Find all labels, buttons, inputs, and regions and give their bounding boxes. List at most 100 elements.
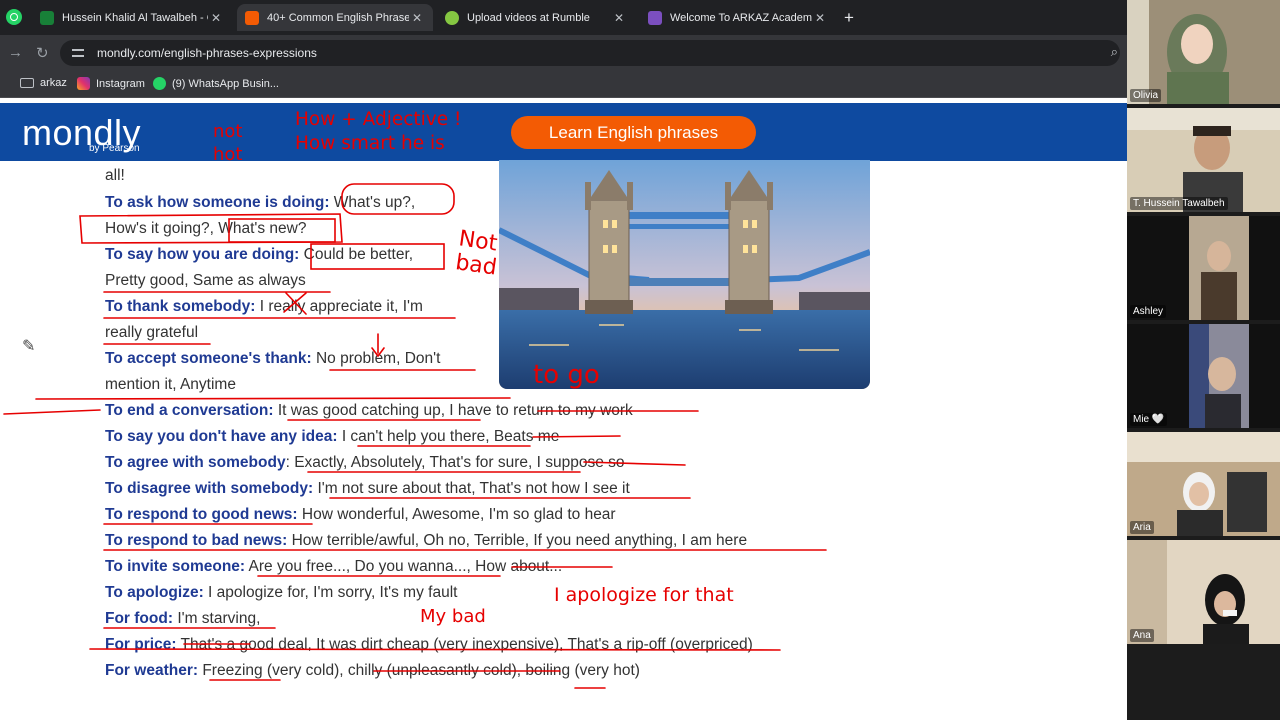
sheets-icon — [40, 10, 54, 25]
tab-strip: Hussein Khalid Al Tawalbeh - G ✕ 40+ Com… — [0, 0, 1127, 35]
phrase-text: How wonderful, Awesome, I'm so glad to h… — [297, 506, 616, 523]
phrase-line: To invite someone: Are you free..., Do y… — [105, 558, 562, 576]
close-icon[interactable]: ✕ — [208, 11, 224, 25]
phrase-text: Could be better, — [299, 246, 414, 263]
participant-name: Aria — [1130, 521, 1154, 534]
close-icon[interactable]: ✕ — [409, 11, 425, 25]
phrase-line: To ask how someone is doing: What's up?, — [105, 194, 415, 212]
bookmark-label: Instagram — [96, 77, 145, 90]
phrase-text: It was good catching up, I have to retur… — [273, 402, 633, 419]
phrase-line: Pretty good, Same as always — [105, 272, 306, 290]
toolbar: → ↻ mondly.com/english-phrases-expressio… — [0, 35, 1127, 71]
url-text: mondly.com/english-phrases-expressions — [97, 46, 317, 60]
phrase-line: To disagree with somebody: I'm not sure … — [105, 480, 630, 498]
participant-tile[interactable]: Ana — [1127, 540, 1280, 644]
phrase-text: That's a good deal, It was dirt cheap (v… — [176, 636, 753, 653]
note-line: bad — [453, 250, 499, 281]
reload-icon[interactable]: ↻ — [36, 44, 49, 62]
bookmark-whatsapp[interactable]: (9) WhatsApp Busin... — [153, 77, 279, 90]
phrase-line: For price: That's a good deal, It was di… — [105, 636, 753, 654]
bookmark-label: (9) WhatsApp Busin... — [172, 77, 279, 90]
participant-tile[interactable]: T. Hussein Tawalbeh — [1127, 108, 1280, 212]
phrase-line: To agree with somebody: Exactly, Absolut… — [105, 454, 625, 472]
tab-mondly[interactable]: 40+ Common English Phrases f ✕ — [237, 4, 433, 31]
phrase-text: Are you free..., Do you wanna..., How ab… — [245, 558, 563, 575]
ink-long-line — [35, 397, 511, 400]
phrase-text: Pretty good, Same as always — [105, 272, 306, 289]
note-how-adjective: How + Adjective ! How smart he is — [295, 108, 461, 156]
participant-name: T. Hussein Tawalbeh — [1130, 197, 1228, 210]
phrase-label: For price: — [105, 636, 177, 653]
phrase-text: I'm starving, — [173, 610, 261, 627]
tower-bridge-illustration — [499, 160, 870, 389]
close-icon[interactable]: ✕ — [611, 11, 627, 25]
note-my-bad: My bad — [420, 606, 486, 627]
phrase-text: I really appreciate it, I'm — [255, 298, 423, 315]
forms-icon — [648, 10, 662, 25]
note-not-hot: not hot — [213, 120, 242, 166]
phrase-line: How's it going?, What's new? — [105, 220, 307, 238]
pearson-tagline: by Pearson — [89, 143, 140, 154]
phrase-label: To thank somebody: — [105, 298, 256, 315]
note-line: not — [213, 121, 243, 142]
browser-window: Hussein Khalid Al Tawalbeh - G ✕ 40+ Com… — [0, 0, 1127, 720]
participant-tile[interactable]: Ashley — [1127, 216, 1280, 320]
video-call-panel: Olivia T. Hussein Tawalbeh Ashley Mie 🤍 — [1127, 0, 1280, 720]
participant-name: Ashley — [1130, 305, 1167, 318]
phrase-line: To say how you are doing: Could be bette… — [105, 246, 413, 264]
tab-rumble[interactable]: Upload videos at Rumble ✕ — [437, 4, 635, 31]
participant-tile[interactable]: Aria — [1127, 432, 1280, 536]
learn-phrases-button[interactable]: Learn English phrases — [511, 116, 756, 149]
phrase-label: To apologize: — [105, 584, 204, 601]
note-to-go: to go — [533, 360, 600, 390]
forward-icon[interactable]: → — [8, 44, 23, 61]
participant-tile[interactable]: Mie 🤍 — [1127, 324, 1280, 428]
rumble-icon — [445, 10, 459, 25]
phrase-line: For weather: Freezing (very cold), chill… — [105, 662, 640, 680]
phrase-label: To disagree with somebody: — [105, 480, 314, 497]
tab-title: 40+ Common English Phrases f — [267, 11, 409, 24]
web-page: mondly by Pearson Learn English phrases … — [0, 98, 1127, 720]
phrase-text: I apologize for, I'm sorry, It's my faul… — [203, 584, 458, 601]
phrase-line: really grateful — [105, 324, 198, 342]
phrase-label: To invite someone: — [105, 558, 246, 575]
new-tab-button[interactable]: + — [844, 8, 854, 28]
phrase-line: For food: I'm starving, — [105, 610, 260, 628]
phrase-text: How terrible/awful, Oh no, Terrible, If … — [287, 532, 748, 549]
phrase-text: mention it, Anytime — [105, 376, 236, 393]
phrase-line: mention it, Anytime — [105, 376, 236, 394]
zoom-icon[interactable]: ⌕ — [1111, 44, 1118, 60]
phrase-fragment: all! — [105, 167, 125, 185]
phrase-label: For food: — [105, 610, 174, 627]
tower-bridge-image — [499, 160, 870, 389]
phrase-label: To accept someone's thank: — [105, 350, 312, 367]
note-apologize: I apologize for that — [554, 584, 734, 606]
tab-title: Upload videos at Rumble — [467, 11, 590, 24]
site-header: mondly by Pearson Learn English phrases — [0, 103, 1127, 161]
tab-title: Welcome To ARKAZ Academy — [670, 11, 812, 24]
pencil-icon[interactable]: ✎ — [22, 336, 35, 356]
phrase-label: For weather: — [105, 662, 199, 679]
participant-tile[interactable]: Olivia — [1127, 0, 1280, 104]
phrase-label: To end a conversation: — [105, 402, 274, 419]
phrase-line: To accept someone's thank: No problem, D… — [105, 350, 440, 368]
folder-icon — [20, 78, 34, 88]
bookmark-instagram[interactable]: Instagram — [77, 77, 145, 90]
close-icon[interactable]: ✕ — [812, 11, 828, 25]
address-bar[interactable]: mondly.com/english-phrases-expressions ⌕ — [60, 40, 1120, 66]
phrase-label: To respond to good news: — [105, 506, 298, 523]
phrase-line: To respond to bad news: How terrible/awf… — [105, 532, 747, 550]
bookmark-arkaz[interactable]: arkaz — [20, 77, 67, 89]
tab-arkaz[interactable]: Welcome To ARKAZ Academy ✕ — [640, 4, 836, 31]
participant-name: Olivia — [1130, 89, 1162, 102]
phrase-label: To respond to bad news: — [105, 532, 288, 549]
whatsapp-icon — [153, 77, 166, 90]
note-line: How smart he is — [295, 133, 445, 154]
phrase-line: To say you don't have any idea: I can't … — [105, 428, 559, 446]
participant-name: Mie 🤍 — [1130, 413, 1168, 426]
tab-hussein[interactable]: Hussein Khalid Al Tawalbeh - G ✕ — [32, 4, 232, 31]
phrase-text: I'm not sure about that, That's not how … — [313, 480, 630, 497]
whatsapp-app-icon[interactable] — [6, 9, 22, 25]
bookmarks-bar: arkaz Instagram (9) WhatsApp Busin... — [0, 71, 1127, 98]
site-settings-icon[interactable] — [72, 47, 84, 59]
